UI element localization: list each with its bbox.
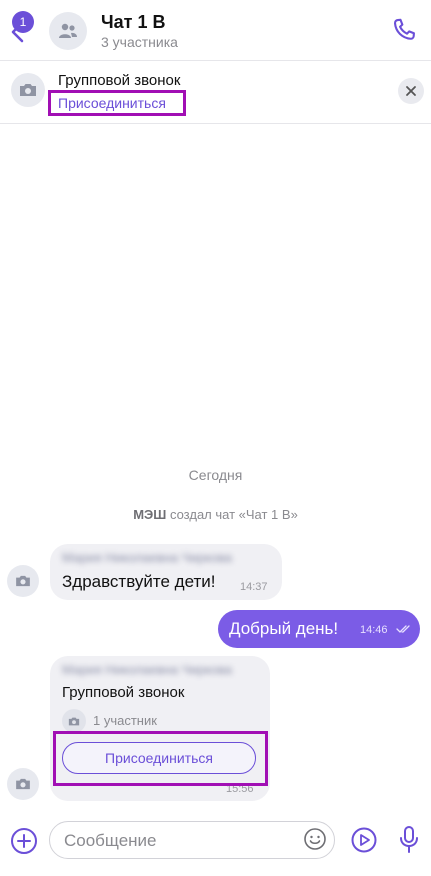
emoji-button[interactable] xyxy=(303,827,327,851)
chat-header: 1 Чат 1 В 3 участника xyxy=(0,0,431,60)
call-participants: 1 участник xyxy=(93,713,157,728)
phone-icon xyxy=(393,18,415,40)
sender-name: Мария Николаевна Чиркова xyxy=(62,662,232,677)
people-icon xyxy=(59,23,77,38)
system-message: МЭШ создал чат «Чат 1 В» xyxy=(0,507,431,522)
message-text: Здравствуйте дети! xyxy=(62,572,216,591)
message-input-wrapper xyxy=(49,821,335,860)
day-separator: Сегодня xyxy=(188,467,243,483)
message-bubble-outgoing[interactable]: Добрый день! 14:46 xyxy=(218,610,420,648)
close-icon xyxy=(406,86,416,96)
call-message-title: Групповой звонок xyxy=(62,684,185,701)
attach-button[interactable] xyxy=(9,826,39,856)
message-time: 14:46 xyxy=(360,624,388,636)
sender-name: Мария Николаевна Чиркова xyxy=(62,550,232,565)
message-text: Добрый день! xyxy=(229,619,339,638)
video-note-button[interactable] xyxy=(350,826,378,854)
chat-title[interactable]: Чат 1 В xyxy=(101,12,166,33)
sender-avatar[interactable] xyxy=(7,768,39,800)
camera-icon xyxy=(68,717,80,725)
message-input[interactable] xyxy=(62,822,296,860)
participant-avatar xyxy=(62,709,86,733)
close-banner-button[interactable] xyxy=(398,78,424,104)
voice-message-button[interactable] xyxy=(398,825,420,855)
smile-icon xyxy=(304,828,326,850)
camera-icon xyxy=(20,84,36,96)
microphone-icon xyxy=(400,826,418,853)
message-bubble-incoming[interactable]: Мария Николаевна Чиркова Здравствуйте де… xyxy=(50,544,282,600)
play-circle-icon xyxy=(351,827,377,853)
message-time: 14:37 xyxy=(240,581,268,593)
system-actor: МЭШ xyxy=(133,507,167,522)
participants-count: 3 участника xyxy=(101,34,178,50)
system-text: создал чат «Чат 1 В» xyxy=(166,507,298,522)
call-avatar xyxy=(11,73,45,107)
active-call-banner: Групповой звонок Присоединиться xyxy=(0,60,431,124)
camera-icon xyxy=(16,575,30,587)
call-banner-title: Групповой звонок xyxy=(58,72,181,89)
banner-join-button[interactable]: Присоединиться xyxy=(48,90,186,116)
call-button[interactable] xyxy=(390,16,420,46)
message-composer xyxy=(0,818,431,876)
plus-circle-icon xyxy=(11,828,37,854)
group-avatar[interactable] xyxy=(49,12,87,50)
join-call-button[interactable]: Присоединиться xyxy=(62,742,256,774)
camera-icon xyxy=(16,778,30,790)
sender-avatar[interactable] xyxy=(7,565,39,597)
double-check-icon xyxy=(396,625,410,633)
unread-badge: 1 xyxy=(12,11,34,33)
